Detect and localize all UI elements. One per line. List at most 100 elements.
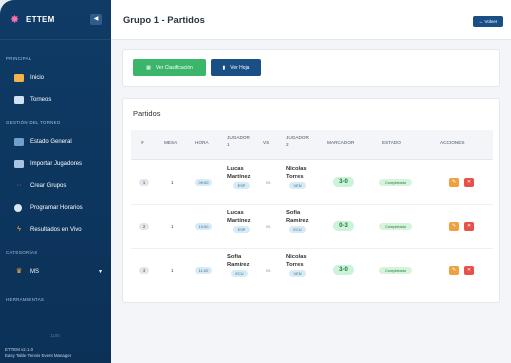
back-button[interactable]: ← Volver bbox=[473, 16, 503, 27]
player2: Sofia Ramirez ECU bbox=[286, 210, 320, 234]
player2-first: Nicolas bbox=[286, 166, 307, 172]
country-badge: ECU bbox=[289, 226, 306, 234]
app-name: ETTEM bbox=[26, 15, 55, 24]
table-row: 2 1 10:00 Lucas Martínez ESP vs Sofia Ra… bbox=[131, 205, 493, 249]
col-jugador2: JUGADOR 2 bbox=[286, 134, 309, 148]
delete-button[interactable]: ✕ bbox=[464, 178, 474, 187]
sidebar-item-label: Torneos bbox=[30, 97, 52, 103]
partidos-title: Partidos bbox=[133, 109, 161, 118]
col-mesa: MESA bbox=[164, 140, 178, 145]
status-badge: Completado bbox=[379, 179, 412, 186]
delete-button[interactable]: ✕ bbox=[464, 222, 474, 231]
mesa-value: 1 bbox=[171, 224, 174, 229]
sidebar-item-label: MS bbox=[30, 269, 39, 275]
col-acciones: ACCIONES bbox=[440, 140, 465, 145]
sidebar-item-programar[interactable]: Programar Horarios bbox=[0, 197, 111, 219]
groups-icon: ·· bbox=[16, 182, 22, 189]
player1-last: Ramirez bbox=[227, 261, 250, 268]
caret-down-icon: ▼ bbox=[98, 269, 103, 275]
edit-button[interactable]: ✎ bbox=[449, 266, 459, 275]
sidebar-item-ms[interactable]: ♛ MS ▼ bbox=[0, 261, 111, 283]
partidos-card: Partidos # MESA HORA JUGADOR 1 VS JUGADO… bbox=[122, 98, 500, 303]
sidebar: ✸ ETTEM ◀ PRINCIPAL Inicio Torneos GESTI… bbox=[0, 0, 111, 363]
player2-last: Ramirez bbox=[286, 217, 309, 224]
player2-first: Nicolas bbox=[286, 254, 307, 260]
col-jugador1-line2: 1 bbox=[227, 142, 230, 147]
country-badge: ESP bbox=[233, 182, 250, 190]
player1-first: Lucas bbox=[227, 210, 244, 216]
sidebar-item-crear-grupos[interactable]: ·· Crear Grupos bbox=[0, 175, 111, 197]
sidebar-footer: 1100 ETTEM v2.1.0 Easy Table Tennis Even… bbox=[5, 333, 105, 359]
button-label: Ver Clasificación bbox=[155, 64, 193, 71]
top-bar: Grupo 1 - Partidos ← Volver bbox=[111, 0, 511, 40]
sidebar-item-resultados[interactable]: ϟ Resultados en Vivo bbox=[0, 219, 111, 241]
player2-first: Sofia bbox=[286, 210, 301, 216]
pencil-icon: ✎ bbox=[451, 223, 457, 229]
chevron-left-icon[interactable]: ◀ bbox=[90, 14, 102, 25]
score-badge: 3-0 bbox=[333, 265, 354, 275]
import-icon bbox=[14, 160, 24, 168]
bar-chart-icon bbox=[14, 138, 24, 146]
hora-badge: 11:00 bbox=[195, 267, 212, 274]
footer-dim-text: 1100 bbox=[50, 333, 60, 338]
ver-clasificacion-button[interactable]: ▦ Ver Clasificación bbox=[133, 59, 206, 76]
home-icon bbox=[14, 74, 24, 82]
sidebar-item-label: Importar Jugadores bbox=[30, 161, 83, 167]
sidebar-item-inicio[interactable]: Inicio bbox=[0, 67, 111, 89]
hora-badge: 09:00 bbox=[195, 179, 212, 186]
brand: ✸ ETTEM ◀ bbox=[0, 0, 111, 40]
player1-last: Martínez bbox=[227, 173, 251, 180]
document-icon: ▮ bbox=[222, 64, 226, 71]
sidebar-item-label: Estado General bbox=[30, 139, 72, 145]
pencil-icon: ✎ bbox=[451, 267, 457, 273]
match-number: 3 bbox=[139, 267, 149, 274]
page-title: Grupo 1 - Partidos bbox=[123, 14, 205, 25]
delete-button[interactable]: ✕ bbox=[464, 266, 474, 275]
score-badge: 0-3 bbox=[333, 221, 354, 231]
vs-label: vs bbox=[266, 180, 271, 185]
col-hora: HORA bbox=[195, 140, 209, 145]
calendar-icon bbox=[14, 96, 24, 104]
sidebar-item-importar[interactable]: Importar Jugadores bbox=[0, 153, 111, 175]
country-badge: ESP bbox=[233, 226, 250, 234]
sidebar-item-label: Resultados en Vivo bbox=[30, 227, 82, 233]
ver-hoja-button[interactable]: ▮ Ver Hoja bbox=[211, 59, 261, 76]
country-badge: VEN bbox=[289, 270, 306, 278]
player1-first: Sofia bbox=[227, 254, 242, 260]
app-subtitle: Easy Table Tennis Event Manager bbox=[5, 353, 72, 358]
pencil-icon: ✎ bbox=[451, 179, 457, 185]
sidebar-item-label: Inicio bbox=[30, 75, 45, 81]
col-jugador2-line2: 2 bbox=[286, 142, 289, 147]
score-badge: 3-0 bbox=[333, 177, 354, 187]
vs-label: vs bbox=[266, 268, 271, 273]
edit-button[interactable]: ✎ bbox=[449, 222, 459, 231]
player2-last: Torres bbox=[286, 173, 304, 180]
clock-icon bbox=[14, 204, 22, 212]
col-vs: VS bbox=[263, 140, 270, 145]
player1: Lucas Martínez ESP bbox=[227, 210, 261, 234]
app-window: ✸ ETTEM ◀ PRINCIPAL Inicio Torneos GESTI… bbox=[0, 0, 511, 363]
actions-card: ▦ Ver Clasificación ▮ Ver Hoja bbox=[122, 49, 500, 87]
mesa-value: 1 bbox=[171, 268, 174, 273]
sidebar-item-estado-general[interactable]: Estado General bbox=[0, 131, 111, 153]
close-icon: ✕ bbox=[466, 267, 472, 273]
table-row: 3 1 11:00 Sofia Ramirez ECU vs Nicolas T… bbox=[131, 249, 493, 293]
player1: Lucas Martínez ESP bbox=[227, 166, 261, 190]
sidebar-item-label: Crear Grupos bbox=[30, 183, 67, 189]
close-icon: ✕ bbox=[466, 223, 472, 229]
col-marcador: MARCADOR bbox=[327, 140, 355, 145]
sidebar-item-torneos[interactable]: Torneos bbox=[0, 89, 111, 111]
player1-first: Lucas bbox=[227, 166, 244, 172]
col-estado: ESTADO bbox=[382, 140, 401, 145]
player2: Nicolas Torres VEN bbox=[286, 166, 320, 190]
status-badge: Completado bbox=[379, 223, 412, 230]
player1-last: Martínez bbox=[227, 217, 251, 224]
col-jugador2-line1: JUGADOR bbox=[286, 135, 309, 140]
col-jugador1: JUGADOR 1 bbox=[227, 134, 250, 148]
col-num: # bbox=[141, 140, 144, 145]
table-icon: ▦ bbox=[146, 64, 151, 71]
edit-button[interactable]: ✎ bbox=[449, 178, 459, 187]
country-badge: VEN bbox=[289, 182, 306, 190]
table-header: # MESA HORA JUGADOR 1 VS JUGADOR 2 MARCA… bbox=[131, 130, 493, 160]
vs-label: vs bbox=[266, 224, 271, 229]
